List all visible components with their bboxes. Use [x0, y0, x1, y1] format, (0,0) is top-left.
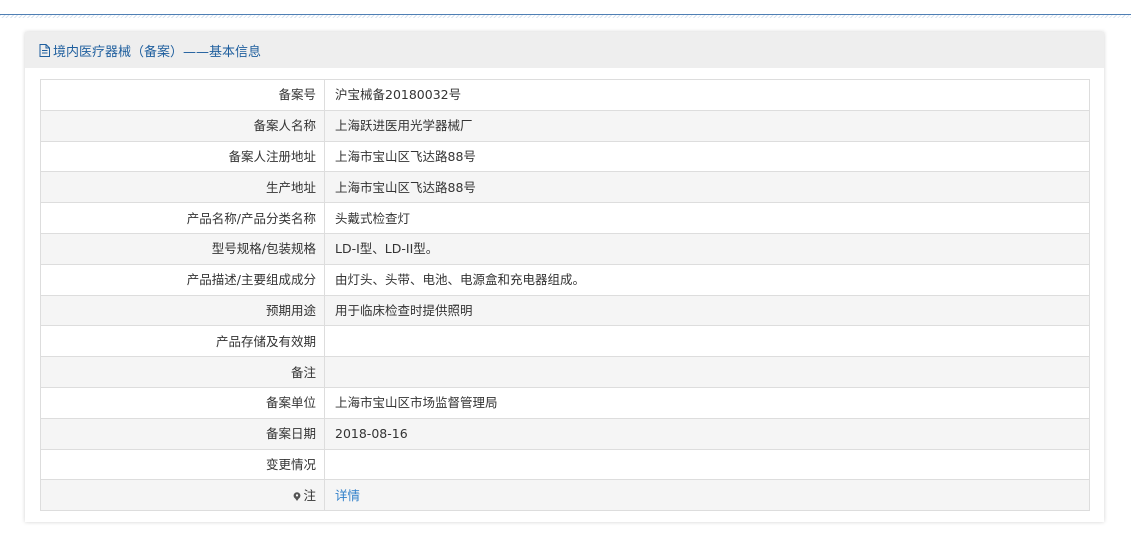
details-link[interactable]: 详情	[335, 488, 360, 503]
basic-info-panel: 境内医疗器械（备案）——基本信息 备案号 沪宝械备20180032号 备案人名称…	[25, 32, 1104, 522]
row-label: 备案日期	[40, 417, 325, 450]
row-label: 备案号	[40, 79, 325, 111]
top-divider	[0, 14, 1131, 18]
row-value: 上海市宝山区市场监督管理局	[324, 386, 1090, 419]
row-label: 型号规格/包装规格	[40, 232, 325, 265]
table-row: 备注	[40, 356, 1090, 388]
row-label: 产品名称/产品分类名称	[40, 202, 325, 234]
row-label: 备案单位	[40, 386, 325, 419]
table-row: 变更情况	[40, 448, 1090, 481]
table-row: 产品存储及有效期	[40, 325, 1090, 358]
row-label: 产品存储及有效期	[40, 325, 325, 358]
table-row: 备案人名称 上海跃进医用光学器械厂	[40, 109, 1090, 142]
note-label-text: 注	[303, 487, 316, 503]
detail-table: 备案号 沪宝械备20180032号 备案人名称 上海跃进医用光学器械厂 备案人注…	[40, 79, 1090, 512]
row-label: 备案人名称	[40, 109, 325, 142]
panel-header: 境内医疗器械（备案）——基本信息	[25, 32, 1104, 68]
row-label: 变更情况	[40, 448, 325, 481]
row-value: 用于临床检查时提供照明	[324, 294, 1090, 327]
row-value: 2018-08-16	[324, 417, 1090, 450]
row-value	[324, 356, 1090, 388]
note-label: 注	[40, 479, 325, 512]
document-icon	[39, 43, 50, 57]
row-value: 上海跃进医用光学器械厂	[324, 109, 1090, 142]
row-label: 备案人注册地址	[40, 140, 325, 173]
table-row: 生产地址 上海市宝山区飞达路88号	[40, 171, 1090, 204]
row-label: 产品描述/主要组成成分	[40, 263, 325, 296]
row-label: 生产地址	[40, 171, 325, 204]
table-row-note: 注 详情	[40, 479, 1090, 512]
table-row: 备案日期 2018-08-16	[40, 417, 1090, 450]
row-value	[324, 448, 1090, 481]
table-row: 备案人注册地址 上海市宝山区飞达路88号	[40, 140, 1090, 173]
row-label: 预期用途	[40, 294, 325, 327]
table-row: 预期用途 用于临床检查时提供照明	[40, 294, 1090, 327]
row-value: 上海市宝山区飞达路88号	[324, 171, 1090, 204]
pin-icon	[294, 491, 301, 501]
row-value: 沪宝械备20180032号	[324, 79, 1090, 111]
table-row: 产品名称/产品分类名称 头戴式检查灯	[40, 202, 1090, 234]
row-label: 备注	[40, 356, 325, 388]
panel-title: 境内医疗器械（备案）——基本信息	[53, 44, 262, 60]
row-value	[324, 325, 1090, 358]
table-row: 产品描述/主要组成成分 由灯头、头带、电池、电源盒和充电器组成。	[40, 263, 1090, 296]
table-row: 备案单位 上海市宝山区市场监督管理局	[40, 386, 1090, 419]
table-row: 备案号 沪宝械备20180032号	[40, 79, 1090, 111]
row-value: 上海市宝山区飞达路88号	[324, 140, 1090, 173]
row-value: 由灯头、头带、电池、电源盒和充电器组成。	[324, 263, 1090, 296]
note-value: 详情	[324, 479, 1090, 512]
row-value: LD-I型、LD-II型。	[324, 232, 1090, 265]
row-value: 头戴式检查灯	[324, 202, 1090, 234]
table-row: 型号规格/包装规格 LD-I型、LD-II型。	[40, 232, 1090, 265]
